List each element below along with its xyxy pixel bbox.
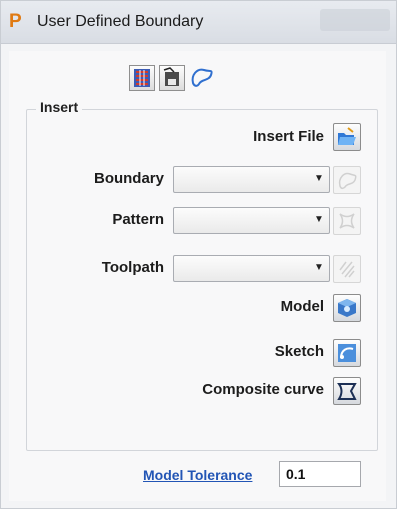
app-icon: P bbox=[9, 11, 22, 32]
close-button[interactable] bbox=[320, 9, 390, 31]
composite-curve-label: Composite curve bbox=[202, 381, 324, 398]
pattern-label: Pattern bbox=[112, 211, 164, 228]
title-bar[interactable]: P User Defined Boundary bbox=[1, 1, 396, 44]
boundary-select-button[interactable] bbox=[333, 166, 361, 194]
dialog-window: P User Defined Boundary Insert Insert Fi… bbox=[0, 0, 397, 509]
boundary-shape-icon[interactable] bbox=[189, 65, 215, 89]
window-title: User Defined Boundary bbox=[37, 13, 204, 30]
pattern-select-button[interactable] bbox=[333, 207, 361, 235]
sketch-button[interactable] bbox=[333, 339, 361, 367]
insert-file-button[interactable] bbox=[333, 123, 361, 151]
boundary-layers-icon[interactable] bbox=[129, 65, 155, 91]
model-label: Model bbox=[280, 298, 324, 315]
chevron-down-icon: ▼ bbox=[314, 173, 324, 184]
toolpath-dropdown[interactable]: ▼ bbox=[173, 255, 330, 282]
chevron-down-icon: ▼ bbox=[314, 262, 324, 273]
model-tolerance-link[interactable]: Model Tolerance bbox=[143, 467, 252, 483]
insert-file-label: Insert File bbox=[253, 128, 324, 145]
toolpath-label: Toolpath bbox=[101, 259, 164, 276]
pattern-dropdown[interactable]: ▼ bbox=[173, 207, 330, 234]
sketch-label: Sketch bbox=[274, 343, 324, 360]
boundary-dropdown[interactable]: ▼ bbox=[173, 166, 330, 193]
insert-group-label: Insert bbox=[36, 99, 83, 115]
dialog-body: Insert Insert File Boundary ▼ Pattern ▼ bbox=[9, 51, 386, 501]
model-button[interactable] bbox=[333, 294, 361, 322]
toolpath-zigzag-icon bbox=[339, 261, 355, 278]
chevron-down-icon: ▼ bbox=[314, 214, 324, 225]
composite-curve-button[interactable] bbox=[333, 377, 361, 405]
boundary-label: Boundary bbox=[93, 170, 164, 187]
boundary-outline-icon bbox=[338, 172, 357, 190]
sketch-pencil-icon bbox=[338, 344, 356, 362]
save-boundary-icon[interactable] bbox=[159, 65, 185, 91]
composite-curve-icon bbox=[337, 383, 357, 400]
model-tolerance-input[interactable] bbox=[279, 461, 361, 487]
toolpath-select-button[interactable] bbox=[333, 255, 361, 283]
pattern-shape-icon bbox=[339, 213, 355, 229]
model-cube-icon bbox=[338, 299, 356, 317]
folder-open-icon bbox=[338, 127, 356, 145]
